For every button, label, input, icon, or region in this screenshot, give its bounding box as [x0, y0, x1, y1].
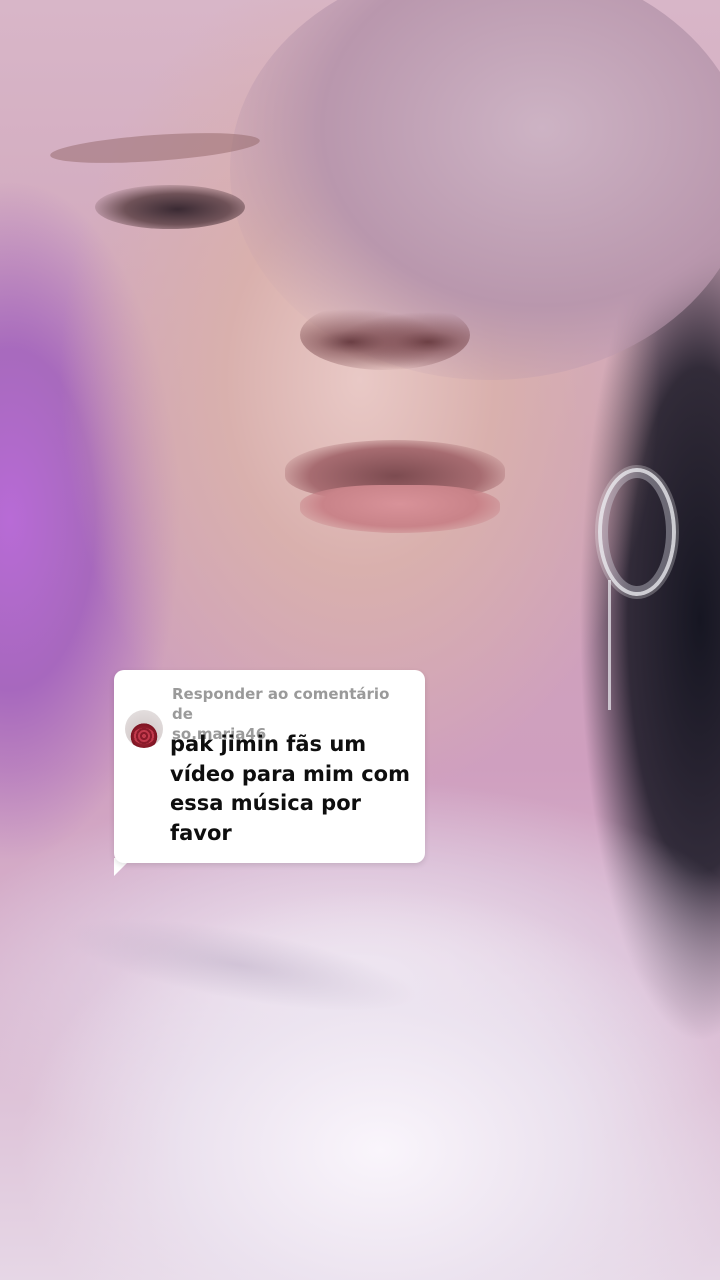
video-lower-lip-shade: [300, 485, 500, 533]
reply-comment-text: pak jimin fãs um vídeo para mim com essa…: [170, 732, 410, 845]
video-frame[interactable]: [0, 0, 720, 1280]
reply-header-label: Responder ao comentário de: [172, 685, 390, 723]
commenter-avatar[interactable]: [125, 710, 163, 748]
video-sweater-shade: [56, 899, 424, 1031]
reply-comment-sticker[interactable]: Responder ao comentário de so.maria46 pa…: [114, 670, 425, 863]
video-brow-shade: [49, 127, 261, 169]
video-eye-shade: [95, 185, 245, 229]
video-earring-chain-shape: [608, 580, 611, 710]
video-nose-shade: [300, 300, 470, 370]
video-earring-shape: [598, 468, 676, 596]
